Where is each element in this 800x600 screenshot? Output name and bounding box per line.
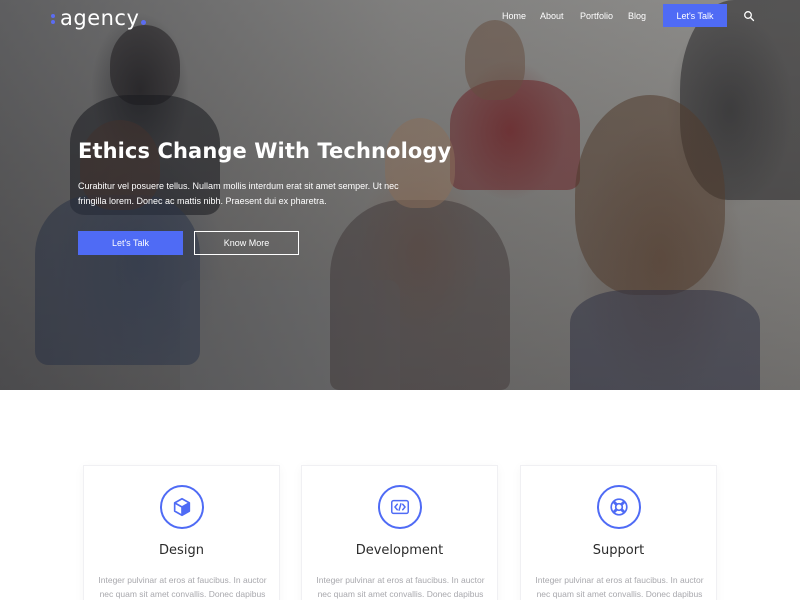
cube-icon [160,485,204,529]
hero-description: Curabitur vel posuere tellus. Nullam mol… [78,181,399,206]
nav-home[interactable]: Home [502,11,526,21]
top-navbar: agency Home About Portfolio Blog Let's T… [0,0,800,34]
service-description: Integer pulvinar at eros at faucibus. In… [316,575,485,599]
nav-lets-talk-button[interactable]: Let's Talk [663,4,727,27]
service-title: Development [355,543,444,558]
know-more-button[interactable]: Know More [194,231,299,255]
nav-blog[interactable]: Blog [628,11,646,21]
lets-talk-button[interactable]: Let's Talk [78,231,183,255]
service-card-design: Design Integer pulvinar at eros at fauci… [83,465,280,600]
logo-dot-icon [141,20,147,25]
nav-about[interactable]: About [540,11,564,21]
service-title: Design [159,543,204,558]
lifebuoy-icon [597,485,641,529]
nav-portfolio[interactable]: Portfolio [580,11,613,21]
logo-dots-icon [50,11,58,25]
brand-logo[interactable]: agency [50,6,147,30]
service-card-development: Development Integer pulvinar at eros at … [301,465,498,600]
service-title: Support [592,543,645,558]
search-icon[interactable] [743,9,755,22]
brand-name: agency [60,6,140,30]
service-card-support: Support Integer pulvinar at eros at fauc… [520,465,717,600]
service-description: Integer pulvinar at eros at faucibus. In… [535,575,704,599]
hero-section: Ethics Change With Technology Curabitur … [0,0,800,390]
hero-title: Ethics Change With Technology [78,139,452,163]
service-description: Integer pulvinar at eros at faucibus. In… [98,575,267,599]
code-icon [378,485,422,529]
